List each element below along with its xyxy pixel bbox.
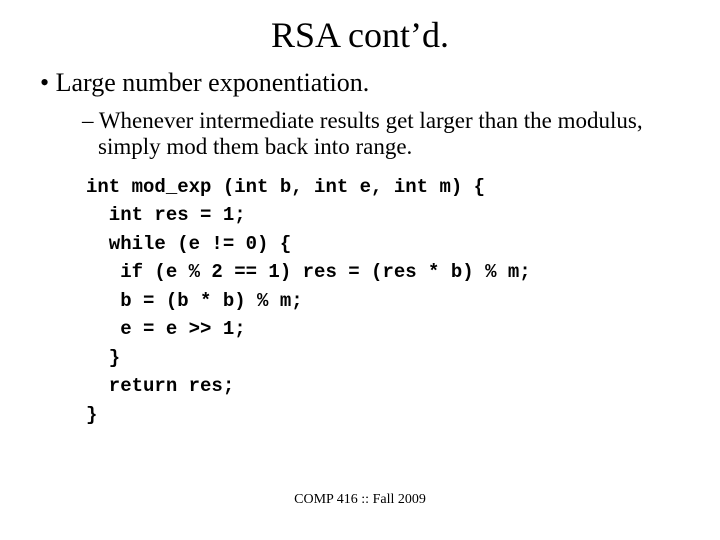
bullet-level-2: Whenever intermediate results get larger… — [82, 108, 660, 161]
code-block: int mod_exp (int b, int e, int m) { int … — [86, 173, 680, 430]
slide-footer: COMP 416 :: Fall 2009 — [0, 492, 720, 508]
bullet-level-1: Large number exponentiation. — [40, 68, 680, 98]
slide-title: RSA cont’d. — [40, 14, 680, 56]
slide-container: RSA cont’d. Large number exponentiation.… — [0, 0, 720, 540]
